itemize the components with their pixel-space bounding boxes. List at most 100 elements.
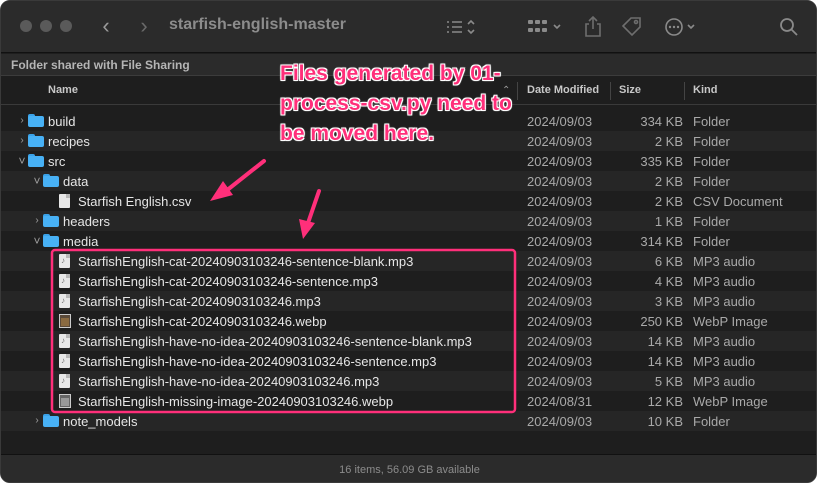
folder-icon (28, 154, 44, 167)
file-name: StarfishEnglish-cat-20240903103246-sente… (78, 254, 414, 269)
file-row[interactable]: Starfish English.csv 2024/09/03 2 KB CSV Do… (1, 191, 816, 211)
file-size: 5 KB (654, 374, 683, 389)
share-icon[interactable] (582, 14, 604, 40)
file-row[interactable]: ♪ StarfishEnglish-have-no-idea-2024090310… (1, 331, 816, 351)
file-kind: Folder (693, 154, 730, 169)
disclosure-expanded-icon[interactable]: ˅ (16, 154, 28, 168)
disclosure-expanded-icon[interactable]: ˅ (31, 234, 43, 248)
column-header-kind[interactable]: Kind (693, 84, 717, 96)
tag-icon[interactable] (619, 14, 645, 40)
file-size: 335 KB (640, 154, 683, 169)
file-kind: MP3 audio (693, 274, 756, 289)
file-date-modified: 2024/09/03 (527, 254, 593, 269)
file-kind: MP3 audio (693, 254, 756, 269)
file-row[interactable]: ♪ StarfishEnglish-cat-20240903103246-sent… (1, 251, 816, 271)
file-size: 250 KB (640, 314, 683, 329)
file-kind: Folder (693, 114, 730, 129)
file-name: StarfishEnglish-cat-20240903103246.webp (78, 314, 327, 329)
disclosure-collapsed-icon[interactable]: › (31, 414, 43, 428)
file-row[interactable]: ♪ StarfishEnglish-cat-20240903103246-sent… (1, 271, 816, 291)
file-date-modified: 2024/09/03 (527, 114, 593, 129)
file-row[interactable]: › headers 2024/09/03 1 KB Folder (1, 211, 816, 231)
file-size: 334 KB (640, 114, 683, 129)
file-date-modified: 2024/09/03 (527, 234, 593, 249)
file-name: media (63, 234, 99, 249)
image-file-icon (59, 314, 71, 328)
file-kind: MP3 audio (693, 334, 756, 349)
list-view-icon[interactable] (444, 14, 480, 40)
file-name: StarfishEnglish-cat-20240903103246-sente… (78, 274, 378, 289)
file-row[interactable]: ♪ StarfishEnglish-cat-20240903103246.mp3 2… (1, 291, 816, 311)
file-row[interactable]: StarfishEnglish-missing-image-2024090310… (1, 391, 816, 411)
disclosure-collapsed-icon[interactable]: › (16, 114, 28, 128)
file-size: 6 KB (654, 254, 683, 269)
column-divider[interactable] (684, 82, 685, 100)
file-name: StarfishEnglish-have-no-idea-20240903103… (78, 354, 437, 369)
file-name: recipes (48, 134, 90, 149)
file-size: 12 KB (647, 394, 683, 409)
close-window-button[interactable] (20, 20, 32, 32)
file-row[interactable]: ♪ StarfishEnglish-have-no-idea-2024090310… (1, 371, 816, 391)
file-row[interactable]: StarfishEnglish-cat-20240903103246.webp 2… (1, 311, 816, 331)
group-icon[interactable] (526, 14, 566, 40)
column-header-date[interactable]: Date Modified (527, 84, 599, 96)
image-file-icon (59, 394, 71, 408)
file-kind: MP3 audio (693, 374, 756, 389)
file-name: build (48, 114, 76, 129)
file-kind: WebP Image (693, 394, 768, 409)
file-date-modified: 2024/09/03 (527, 154, 593, 169)
file-kind: CSV Document (693, 194, 783, 209)
back-icon[interactable]: ‹ (93, 13, 119, 39)
audio-file-icon: ♪ (59, 374, 70, 388)
file-size: 14 KB (647, 334, 683, 349)
file-date-modified: 2024/09/03 (527, 334, 593, 349)
disclosure-expanded-icon[interactable]: ˅ (31, 174, 43, 188)
file-date-modified: 2024/09/03 (527, 174, 593, 189)
audio-file-icon: ♪ (59, 254, 70, 268)
file-row[interactable]: ˅ src 2024/09/03 335 KB Folder (1, 151, 816, 171)
folder-icon (43, 214, 59, 227)
shared-folder-label: Folder shared with File Sharing (11, 58, 190, 72)
folder-icon (43, 234, 59, 247)
file-date-modified: 2024/09/03 (527, 314, 593, 329)
file-date-modified: 2024/09/03 (527, 134, 593, 149)
file-row[interactable]: ˅ data 2024/09/03 2 KB Folder (1, 171, 816, 191)
zoom-window-button[interactable] (60, 20, 72, 32)
audio-file-icon: ♪ (59, 294, 70, 308)
file-date-modified: 2024/09/03 (527, 374, 593, 389)
file-size: 2 KB (654, 134, 683, 149)
folder-icon (28, 134, 44, 147)
title-bar: ‹ › starfish-english-master (1, 1, 816, 53)
search-icon[interactable] (777, 14, 801, 40)
file-size: 4 KB (654, 274, 683, 289)
file-date-modified: 2024/09/03 (527, 414, 593, 429)
file-kind: Folder (693, 134, 730, 149)
file-kind: Folder (693, 234, 730, 249)
file-kind: MP3 audio (693, 294, 756, 309)
disclosure-collapsed-icon[interactable]: › (31, 214, 43, 228)
column-divider[interactable] (610, 82, 611, 100)
audio-file-icon: ♪ (59, 274, 70, 288)
file-date-modified: 2024/09/03 (527, 214, 593, 229)
file-kind: Folder (693, 174, 730, 189)
finder-window: ‹ › starfish-english-master Folder share… (0, 0, 817, 483)
file-name: headers (63, 214, 110, 229)
file-size: 314 KB (640, 234, 683, 249)
file-kind: WebP Image (693, 314, 768, 329)
column-header-name[interactable]: Name (48, 84, 78, 96)
disclosure-collapsed-icon[interactable]: › (16, 134, 28, 148)
file-date-modified: 2024/09/03 (527, 354, 593, 369)
file-size: 2 KB (654, 194, 683, 209)
file-date-modified: 2024/09/03 (527, 274, 593, 289)
column-header-size[interactable]: Size (619, 84, 641, 96)
status-bar: 16 items, 56.09 GB available (1, 454, 816, 482)
file-row[interactable]: ˅ media 2024/09/03 314 KB Folder (1, 231, 816, 251)
window-title: starfish-english-master (169, 16, 346, 33)
forward-icon[interactable]: › (131, 13, 157, 39)
more-icon[interactable] (663, 14, 703, 40)
file-row[interactable]: › note_models 2024/09/03 10 KB Folder (1, 411, 816, 431)
minimize-window-button[interactable] (40, 20, 52, 32)
file-size: 3 KB (654, 294, 683, 309)
file-row[interactable]: ♪ StarfishEnglish-have-no-idea-2024090310… (1, 351, 816, 371)
file-name: data (63, 174, 89, 189)
